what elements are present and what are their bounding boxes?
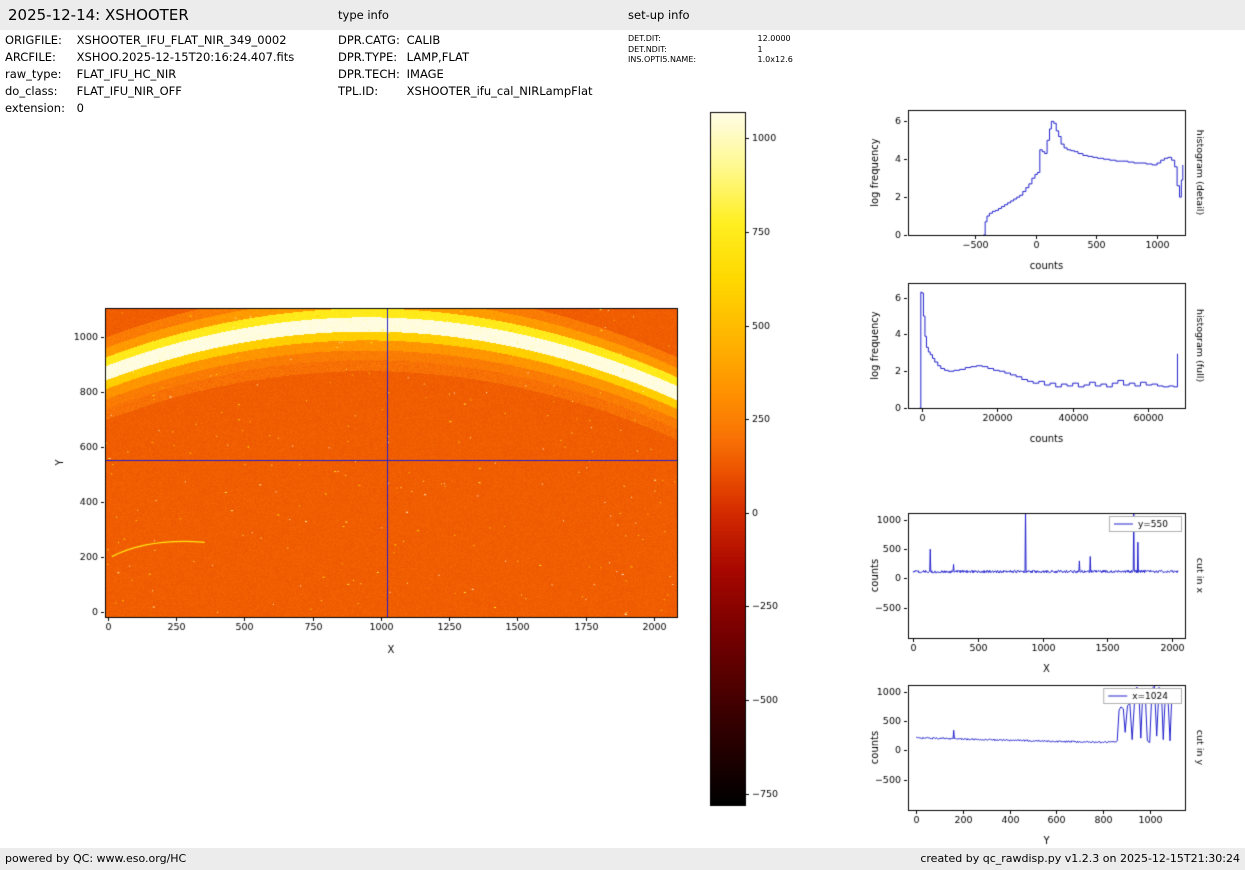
det-dit-label: DET.DIT: <box>628 34 755 43</box>
type-info-row: DPR.CATG: CALIB <box>338 33 593 50</box>
extension-value: 0 <box>77 101 84 115</box>
setup-info-block: DET.DIT: 12.0000 DET.NDIT: 1 INS.OPTI5.N… <box>628 34 793 66</box>
histogram-full-plot <box>860 266 1245 458</box>
rawtype-value: FLAT_IFU_HC_NIR <box>77 67 177 81</box>
footer-powered-by: powered by QC: www.eso.org/HC <box>5 848 186 870</box>
dpr-catg-label: DPR.CATG: <box>338 33 403 47</box>
rawtype-label: raw_type: <box>5 67 73 81</box>
footer-bar: powered by QC: www.eso.org/HC created by… <box>0 848 1245 870</box>
file-info-block: ORIGFILE: XSHOOTER_IFU_FLAT_NIR_349_0002… <box>5 33 294 118</box>
dpr-type-value: LAMP,FLAT <box>407 50 469 64</box>
file-info-row: extension: 0 <box>5 101 294 118</box>
doclass-label: do_class: <box>5 84 73 98</box>
origfile-value: XSHOOTER_IFU_FLAT_NIR_349_0002 <box>77 33 287 47</box>
arcfile-label: ARCFILE: <box>5 50 73 64</box>
file-info-row: raw_type: FLAT_IFU_HC_NIR <box>5 67 294 84</box>
doclass-value: FLAT_IFU_NIR_OFF <box>77 84 182 98</box>
histogram-detail-plot <box>860 93 1245 285</box>
setup-info-row: INS.OPTI5.NAME: 1.0x12.6 <box>628 55 793 66</box>
det-ndit-label: DET.NDIT: <box>628 45 755 54</box>
extension-label: extension: <box>5 101 73 115</box>
file-info-row: ORIGFILE: XSHOOTER_IFU_FLAT_NIR_349_0002 <box>5 33 294 50</box>
type-info-row: TPL.ID: XSHOOTER_ifu_cal_NIRLampFlat <box>338 84 593 101</box>
arcfile-value: XSHOO.2025-12-15T20:16:24.407.fits <box>77 50 295 64</box>
type-info-heading: type info <box>338 0 389 30</box>
tpl-id-label: TPL.ID: <box>338 84 403 98</box>
report-title: 2025-12-14: XSHOOTER <box>8 0 189 30</box>
dpr-type-label: DPR.TYPE: <box>338 50 403 64</box>
ins-opti5-label: INS.OPTI5.NAME: <box>628 55 755 64</box>
dpr-tech-label: DPR.TECH: <box>338 67 403 81</box>
det-dit-value: 12.0000 <box>758 34 791 43</box>
file-info-row: ARCFILE: XSHOO.2025-12-15T20:16:24.407.f… <box>5 50 294 67</box>
file-info-row: do_class: FLAT_IFU_NIR_OFF <box>5 84 294 101</box>
qc-report-page: 2025-12-14: XSHOOTER type info set-up in… <box>0 0 1245 870</box>
dpr-tech-value: IMAGE <box>407 67 444 81</box>
ins-opti5-value: 1.0x12.6 <box>758 55 793 64</box>
setup-info-row: DET.DIT: 12.0000 <box>628 34 793 45</box>
setup-info-row: DET.NDIT: 1 <box>628 45 793 56</box>
det-ndit-value: 1 <box>758 45 763 54</box>
dpr-catg-value: CALIB <box>407 33 441 47</box>
type-info-row: DPR.TECH: IMAGE <box>338 67 593 84</box>
colorbar <box>695 100 815 815</box>
raw-image-plot <box>40 288 700 660</box>
type-info-row: DPR.TYPE: LAMP,FLAT <box>338 50 593 67</box>
cut-in-y-plot <box>860 668 1245 860</box>
footer-created-by: created by qc_rawdisp.py v1.2.3 on 2025-… <box>920 848 1240 870</box>
setup-info-heading: set-up info <box>628 0 690 30</box>
cut-in-x-plot <box>860 496 1245 688</box>
header-bar: 2025-12-14: XSHOOTER type info set-up in… <box>0 0 1245 30</box>
origfile-label: ORIGFILE: <box>5 33 73 47</box>
type-info-block: DPR.CATG: CALIB DPR.TYPE: LAMP,FLAT DPR.… <box>338 33 593 101</box>
tpl-id-value: XSHOOTER_ifu_cal_NIRLampFlat <box>407 84 593 98</box>
